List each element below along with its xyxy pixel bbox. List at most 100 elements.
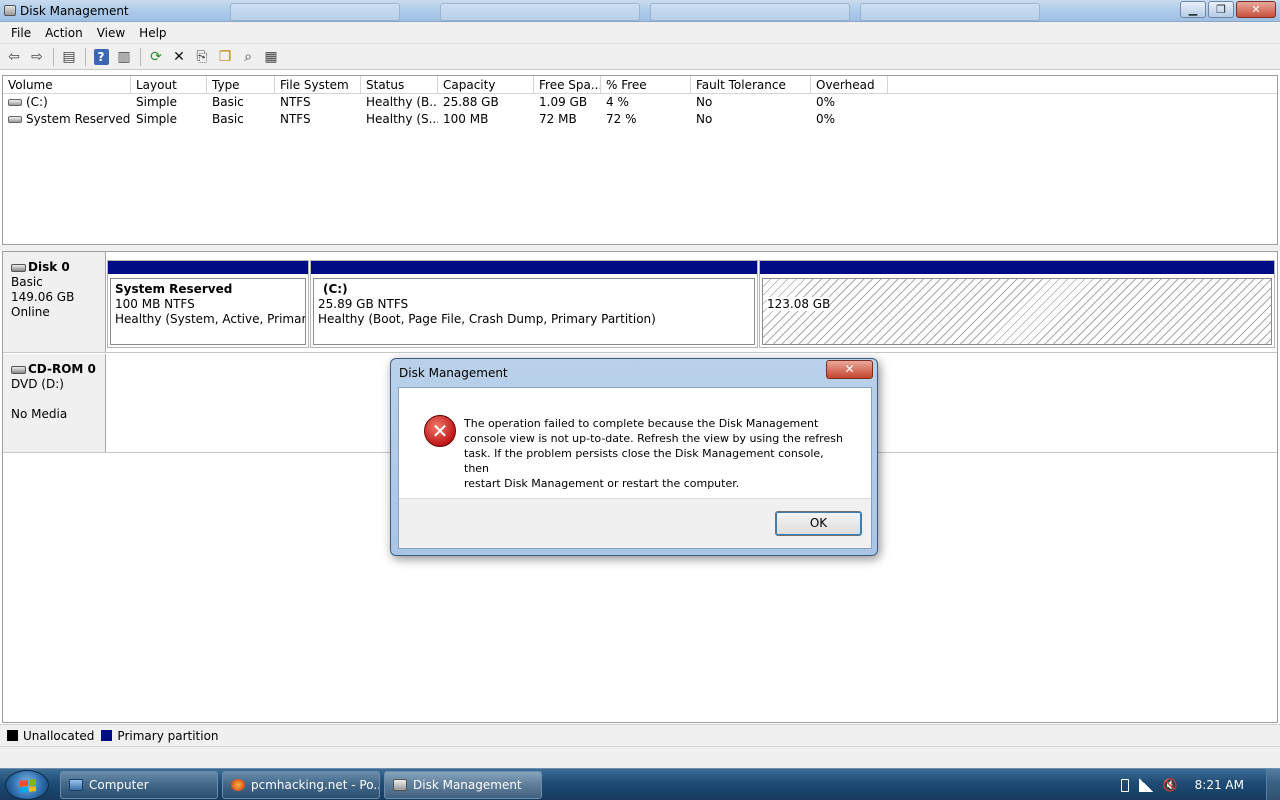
taskbar-item-firefox[interactable]: pcmhacking.net - Po... [222, 771, 380, 799]
network-signal-icon[interactable] [1138, 778, 1153, 792]
partition-status: Healthy (Boot, Page File, Crash Dump, Pr… [318, 312, 656, 326]
ok-button[interactable]: OK [775, 511, 862, 536]
cell-file-system: NTFS [280, 95, 311, 109]
volume-list: Volume Layout Type File System Status Ca… [2, 75, 1278, 245]
column-header-fault-tolerance[interactable]: Fault Tolerance [691, 76, 811, 94]
cell-file-system: NTFS [280, 112, 311, 126]
table-row[interactable]: System Reserved Simple Basic NTFS Health… [3, 111, 1277, 128]
drive-icon [8, 116, 22, 123]
taskbar-item-computer[interactable]: Computer [60, 771, 218, 799]
cdrom-0-label[interactable]: CD-ROM 0 DVD (D:) No Media [3, 354, 106, 452]
dialog-message: The operation failed to complete because… [464, 417, 843, 490]
export-icon[interactable]: ⎘ [191, 46, 213, 68]
toolbar: ⇦ ⇨ ▤ ? ▥ ⟳ ✕ ⎘ ❐ ⌕ ▦ [0, 44, 1280, 70]
cell-percent-free: 72 % [606, 112, 637, 126]
cdrom-name: CD-ROM 0 [28, 362, 96, 376]
close-window-button[interactable]: ✕ [1236, 1, 1276, 18]
legend-swatch [101, 730, 113, 741]
table-row[interactable]: (C:) Simple Basic NTFS Healthy (B... 25.… [3, 94, 1277, 111]
cell-layout: Simple [136, 112, 177, 126]
menu-help[interactable]: Help [132, 22, 173, 44]
column-header-free-space[interactable]: Free Spa... [534, 76, 601, 94]
disk-management-icon [393, 779, 407, 791]
hard-disk-icon [11, 263, 26, 272]
column-header-volume[interactable]: Volume [3, 76, 131, 94]
cdrom-media: No Media [11, 407, 68, 421]
background-window-ghost [440, 3, 640, 21]
legend-swatch [7, 730, 18, 741]
unallocated-space[interactable]: 123.08 GB [759, 260, 1275, 348]
primary-partition-bar [311, 261, 757, 274]
partition-title: (C:) [323, 282, 348, 296]
disk-0-row: Disk 0 Basic 149.06 GB Online System Res… [3, 252, 1277, 353]
start-button[interactable] [5, 770, 49, 800]
partition-c[interactable]: (C:) 25.89 GB NTFS Healthy (Boot, Page F… [310, 260, 758, 348]
primary-partition-bar [108, 261, 308, 274]
minimize-button[interactable]: ▁ [1180, 1, 1206, 18]
menu-view[interactable]: View [90, 22, 132, 44]
show-desktop-button[interactable] [1266, 769, 1280, 800]
column-header-capacity[interactable]: Capacity [438, 76, 534, 94]
cell-capacity: 25.88 GB [443, 95, 499, 109]
disk-name: Disk 0 [28, 260, 70, 274]
disk-0-label[interactable]: Disk 0 Basic 149.06 GB Online [3, 252, 106, 352]
refresh-icon[interactable]: ⟳ [145, 46, 167, 68]
column-header-type[interactable]: Type [207, 76, 275, 94]
cell-type: Basic [212, 95, 244, 109]
disk-kind: Basic [11, 275, 43, 289]
cell-status: Healthy (B... [366, 95, 438, 109]
cell-overhead: 0% [816, 112, 836, 126]
column-header-layout[interactable]: Layout [131, 76, 207, 94]
open-folder-icon[interactable]: ❐ [214, 46, 236, 68]
delete-icon[interactable]: ✕ [168, 46, 190, 68]
maximize-button[interactable]: ❐ [1208, 1, 1234, 18]
cell-fault-tolerance: No [696, 112, 713, 126]
cell-free-space: 72 MB [539, 112, 577, 126]
menu-file[interactable]: File [4, 22, 38, 44]
dialog-close-button[interactable]: ✕ [826, 360, 873, 379]
taskbar: Computer pcmhacking.net - Po... Disk Man… [0, 768, 1280, 800]
column-header-file-system[interactable]: File System [275, 76, 361, 94]
partition-size: 100 MB NTFS [115, 297, 195, 311]
title-bar: Disk Management ▁ ❐ ✕ [0, 0, 1280, 22]
column-header-status[interactable]: Status [361, 76, 438, 94]
cell-status: Healthy (S... [366, 112, 438, 126]
forward-arrow-icon[interactable]: ⇨ [26, 46, 48, 68]
error-dialog: Disk Management ✕ ✕ The operation failed… [390, 358, 878, 556]
column-header-percent-free[interactable]: % Free [601, 76, 691, 94]
dialog-title: Disk Management [399, 366, 508, 380]
clock[interactable]: 8:21 AM [1195, 778, 1244, 792]
partition-size: 25.89 GB NTFS [318, 297, 409, 311]
cell-fault-tolerance: No [696, 95, 713, 109]
status-bar [0, 746, 1280, 768]
cd-rom-icon [11, 365, 26, 374]
disk-size: 149.06 GB [11, 290, 75, 304]
search-icon[interactable]: ⌕ [237, 46, 259, 68]
column-header-overhead[interactable]: Overhead [811, 76, 888, 94]
menu-action[interactable]: Action [38, 22, 90, 44]
legend-item-primary-partition: Primary partition [101, 729, 219, 743]
volume-muted-icon[interactable]: 🔇 [1163, 778, 1178, 792]
console-tree-icon[interactable]: ▤ [58, 46, 80, 68]
cell-volume: (C:) [26, 95, 48, 109]
cell-type: Basic [212, 112, 244, 126]
legend-item-unallocated: Unallocated [7, 729, 94, 743]
menu-bar: File Action View Help [0, 22, 1280, 44]
background-window-ghost [860, 3, 1040, 21]
drive-icon [8, 99, 22, 106]
cell-volume: System Reserved [26, 112, 131, 126]
cell-free-space: 1.09 GB [539, 95, 588, 109]
help-icon[interactable]: ? [90, 46, 112, 68]
cell-capacity: 100 MB [443, 112, 489, 126]
taskbar-item-disk-management[interactable]: Disk Management [384, 771, 542, 799]
legend: Unallocated Primary partition [0, 724, 1280, 746]
error-icon: ✕ [424, 415, 456, 447]
window-title: Disk Management [20, 4, 129, 18]
unallocated-size: 123.08 GB [767, 297, 831, 311]
settings-icon[interactable]: ▦ [260, 46, 282, 68]
back-arrow-icon[interactable]: ⇦ [3, 46, 25, 68]
properties-icon[interactable]: ▥ [113, 46, 135, 68]
partition-system-reserved[interactable]: System Reserved 100 MB NTFS Healthy (Sys… [107, 260, 309, 348]
background-window-ghost [230, 3, 400, 21]
battery-icon[interactable] [1120, 778, 1129, 792]
